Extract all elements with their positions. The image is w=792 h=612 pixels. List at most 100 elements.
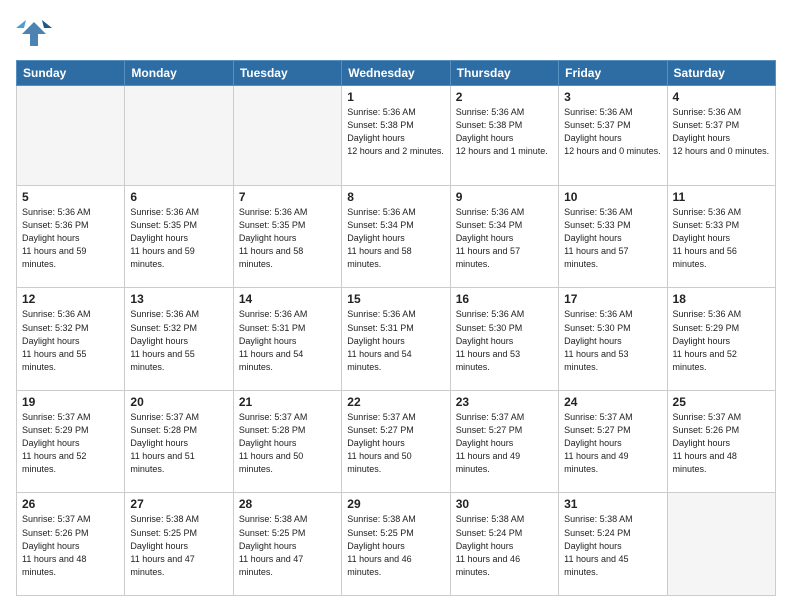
- day-info: Sunrise: 5:36 AMSunset: 5:33 PMDaylight …: [673, 206, 770, 271]
- day-number: 6: [130, 190, 227, 204]
- weekday-header-row: SundayMondayTuesdayWednesdayThursdayFrid…: [17, 61, 776, 86]
- day-cell: 3Sunrise: 5:36 AMSunset: 5:37 PMDaylight…: [559, 86, 667, 186]
- page: SundayMondayTuesdayWednesdayThursdayFrid…: [0, 0, 792, 612]
- day-number: 31: [564, 497, 661, 511]
- day-info: Sunrise: 5:36 AMSunset: 5:32 PMDaylight …: [130, 308, 227, 373]
- week-row-4: 19 Sunrise: 5:37 AMSunset: 5:29 PMDayligh…: [17, 390, 776, 493]
- day-info: Sunrise: 5:38 AMSunset: 5:25 PMDaylight …: [347, 513, 444, 578]
- day-info: Sunrise: 5:36 AMSunset: 5:32 PMDaylight …: [22, 308, 119, 373]
- day-cell: 25Sunrise: 5:37 AMSunset: 5:26 PMDayligh…: [667, 390, 775, 493]
- day-info: Sunrise: 5:36 AMSunset: 5:30 PMDaylight …: [564, 308, 661, 373]
- day-info: Sunrise: 5:36 AMSunset: 5:36 PMDaylight …: [22, 206, 119, 271]
- day-info: Sunrise: 5:36 AMSunset: 5:35 PMDaylight …: [239, 206, 336, 271]
- day-cell: 4Sunrise: 5:36 AMSunset: 5:37 PMDaylight…: [667, 86, 775, 186]
- day-info: Sunrise: 5:36 AMSunset: 5:37 PMDaylight …: [564, 106, 661, 158]
- day-info: Sunrise: 5:37 AMSunset: 5:29 PMDaylight …: [22, 411, 119, 476]
- day-cell: 20 Sunrise: 5:37 AMSunset: 5:28 PMDayligh…: [125, 390, 233, 493]
- day-number: 20: [130, 395, 227, 409]
- day-cell: 28 Sunrise: 5:38 AMSunset: 5:25 PMDayligh…: [233, 493, 341, 596]
- day-cell: 29 Sunrise: 5:38 AMSunset: 5:25 PMDayligh…: [342, 493, 450, 596]
- day-number: 10: [564, 190, 661, 204]
- logo-icon: [16, 16, 52, 52]
- logo: [16, 16, 56, 52]
- day-cell: 5 Sunrise: 5:36 AMSunset: 5:36 PMDaylight…: [17, 185, 125, 288]
- day-number: 16: [456, 292, 553, 306]
- day-cell: 16 Sunrise: 5:36 AMSunset: 5:30 PMDayligh…: [450, 288, 558, 391]
- day-info: Sunrise: 5:38 AMSunset: 5:25 PMDaylight …: [130, 513, 227, 578]
- day-number: 17: [564, 292, 661, 306]
- day-cell: 19 Sunrise: 5:37 AMSunset: 5:29 PMDayligh…: [17, 390, 125, 493]
- day-number: 26: [22, 497, 119, 511]
- day-number: 27: [130, 497, 227, 511]
- weekday-saturday: Saturday: [667, 61, 775, 86]
- day-info: Sunrise: 5:36 AMSunset: 5:30 PMDaylight …: [456, 308, 553, 373]
- day-info: Sunrise: 5:37 AMSunset: 5:26 PMDaylight …: [22, 513, 119, 578]
- day-cell: 15 Sunrise: 5:36 AMSunset: 5:31 PMDayligh…: [342, 288, 450, 391]
- day-info: Sunrise: 5:36 AMSunset: 5:31 PMDaylight …: [347, 308, 444, 373]
- weekday-tuesday: Tuesday: [233, 61, 341, 86]
- header: [16, 16, 776, 52]
- day-cell: [233, 86, 341, 186]
- day-info: Sunrise: 5:38 AMSunset: 5:24 PMDaylight …: [564, 513, 661, 578]
- weekday-monday: Monday: [125, 61, 233, 86]
- day-cell: 2Sunrise: 5:36 AMSunset: 5:38 PMDaylight…: [450, 86, 558, 186]
- day-number: 5: [22, 190, 119, 204]
- day-number: 9: [456, 190, 553, 204]
- day-cell: 24 Sunrise: 5:37 AMSunset: 5:27 PMDayligh…: [559, 390, 667, 493]
- day-info: Sunrise: 5:36 AMSunset: 5:33 PMDaylight …: [564, 206, 661, 271]
- week-row-2: 5 Sunrise: 5:36 AMSunset: 5:36 PMDaylight…: [17, 185, 776, 288]
- day-cell: 7 Sunrise: 5:36 AMSunset: 5:35 PMDaylight…: [233, 185, 341, 288]
- day-info: Sunrise: 5:37 AMSunset: 5:27 PMDaylight …: [564, 411, 661, 476]
- day-cell: 31 Sunrise: 5:38 AMSunset: 5:24 PMDayligh…: [559, 493, 667, 596]
- day-cell: 26 Sunrise: 5:37 AMSunset: 5:26 PMDayligh…: [17, 493, 125, 596]
- day-number: 21: [239, 395, 336, 409]
- day-number: 15: [347, 292, 444, 306]
- day-cell: 27 Sunrise: 5:38 AMSunset: 5:25 PMDayligh…: [125, 493, 233, 596]
- day-cell: 10 Sunrise: 5:36 AMSunset: 5:33 PMDayligh…: [559, 185, 667, 288]
- day-info: Sunrise: 5:36 AMSunset: 5:38 PMDaylight …: [347, 106, 444, 158]
- weekday-wednesday: Wednesday: [342, 61, 450, 86]
- day-info: Sunrise: 5:36 AMSunset: 5:37 PMDaylight …: [673, 106, 770, 158]
- day-info: Sunrise: 5:36 AMSunset: 5:34 PMDaylight …: [456, 206, 553, 271]
- day-cell: 23Sunrise: 5:37 AMSunset: 5:27 PMDayligh…: [450, 390, 558, 493]
- day-info: Sunrise: 5:37 AMSunset: 5:28 PMDaylight …: [239, 411, 336, 476]
- day-number: 19: [22, 395, 119, 409]
- day-number: 28: [239, 497, 336, 511]
- week-row-1: 1 Sunrise: 5:36 AMSunset: 5:38 PMDaylight…: [17, 86, 776, 186]
- day-info: Sunrise: 5:37 AMSunset: 5:27 PMDaylight …: [347, 411, 444, 476]
- day-number: 2: [456, 90, 553, 104]
- day-number: 24: [564, 395, 661, 409]
- day-number: 30: [456, 497, 553, 511]
- day-number: 1: [347, 90, 444, 104]
- week-row-5: 26 Sunrise: 5:37 AMSunset: 5:26 PMDayligh…: [17, 493, 776, 596]
- day-cell: 17 Sunrise: 5:36 AMSunset: 5:30 PMDayligh…: [559, 288, 667, 391]
- day-info: Sunrise: 5:36 AMSunset: 5:29 PMDaylight …: [673, 308, 770, 373]
- day-number: 18: [673, 292, 770, 306]
- day-info: Sunrise: 5:36 AMSunset: 5:31 PMDaylight …: [239, 308, 336, 373]
- day-cell: 14Sunrise: 5:36 AMSunset: 5:31 PMDayligh…: [233, 288, 341, 391]
- weekday-thursday: Thursday: [450, 61, 558, 86]
- day-number: 22: [347, 395, 444, 409]
- day-number: 8: [347, 190, 444, 204]
- calendar-table: SundayMondayTuesdayWednesdayThursdayFrid…: [16, 60, 776, 596]
- day-cell: 21 Sunrise: 5:37 AMSunset: 5:28 PMDayligh…: [233, 390, 341, 493]
- day-info: Sunrise: 5:38 AMSunset: 5:25 PMDaylight …: [239, 513, 336, 578]
- day-cell: 11 Sunrise: 5:36 AMSunset: 5:33 PMDayligh…: [667, 185, 775, 288]
- week-row-3: 12Sunrise: 5:36 AMSunset: 5:32 PMDayligh…: [17, 288, 776, 391]
- day-number: 13: [130, 292, 227, 306]
- day-number: 29: [347, 497, 444, 511]
- day-number: 23: [456, 395, 553, 409]
- day-number: 11: [673, 190, 770, 204]
- day-info: Sunrise: 5:37 AMSunset: 5:28 PMDaylight …: [130, 411, 227, 476]
- day-cell: 22 Sunrise: 5:37 AMSunset: 5:27 PMDayligh…: [342, 390, 450, 493]
- day-cell: 18 Sunrise: 5:36 AMSunset: 5:29 PMDayligh…: [667, 288, 775, 391]
- day-cell: [667, 493, 775, 596]
- day-cell: 8Sunrise: 5:36 AMSunset: 5:34 PMDaylight…: [342, 185, 450, 288]
- day-cell: 9 Sunrise: 5:36 AMSunset: 5:34 PMDaylight…: [450, 185, 558, 288]
- day-cell: 6Sunrise: 5:36 AMSunset: 5:35 PMDaylight…: [125, 185, 233, 288]
- weekday-friday: Friday: [559, 61, 667, 86]
- day-cell: 30Sunrise: 5:38 AMSunset: 5:24 PMDayligh…: [450, 493, 558, 596]
- day-number: 7: [239, 190, 336, 204]
- day-cell: 12Sunrise: 5:36 AMSunset: 5:32 PMDayligh…: [17, 288, 125, 391]
- day-cell: 13 Sunrise: 5:36 AMSunset: 5:32 PMDayligh…: [125, 288, 233, 391]
